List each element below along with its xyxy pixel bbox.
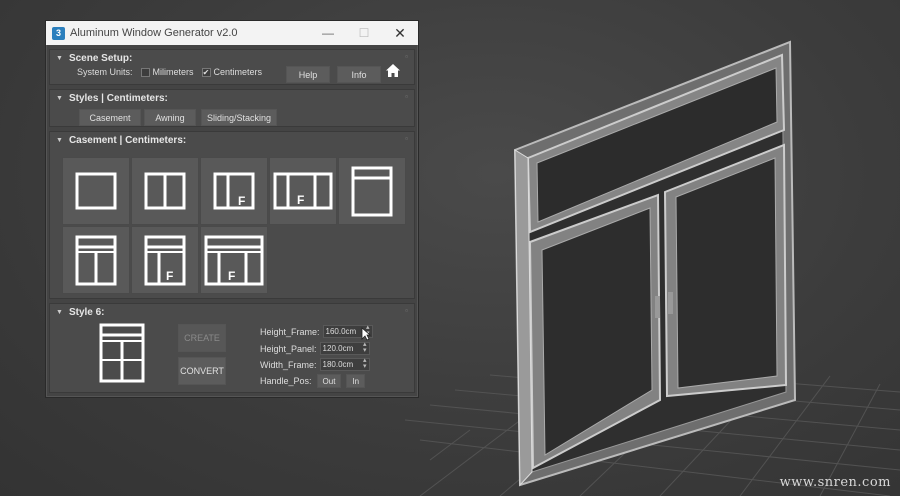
- fixed-glyph: F: [238, 194, 245, 208]
- pin-icon: ▫: [405, 92, 408, 101]
- pin-icon: ▫: [405, 134, 408, 143]
- app-icon: 3: [52, 26, 65, 40]
- system-units-label: System Units:: [77, 67, 133, 77]
- casement-style-3[interactable]: F: [200, 157, 268, 225]
- centimeters-label: Centimeters: [213, 67, 263, 77]
- window-model: [513, 40, 797, 487]
- transom-triple-window-icon: F: [204, 235, 264, 286]
- transom-window-icon: [351, 166, 393, 217]
- title-bar[interactable]: 3 Aluminum Window Generator v2.0 — ☐ ✕: [46, 21, 418, 45]
- centimeters-checkbox[interactable]: ✔ Centimeters: [201, 67, 263, 77]
- scene-setup-title: Scene Setup:: [68, 52, 133, 64]
- handle-pos-row: Handle_Pos: Out In: [260, 374, 366, 388]
- style6-title: Style 6:: [68, 306, 105, 318]
- help-button[interactable]: Help: [286, 66, 330, 83]
- fixed-glyph: F: [228, 269, 235, 283]
- convert-button[interactable]: CONVERT: [178, 357, 226, 385]
- collapse-triangle-icon: ▼: [56, 54, 63, 62]
- centimeters-checkbox-box: ✔: [201, 67, 211, 77]
- millimeters-checkbox-box: [140, 67, 150, 77]
- height-panel-label: Height_Panel:: [260, 343, 317, 354]
- spinner-arrows-icon[interactable]: ▴▾: [363, 357, 367, 370]
- height-frame-row: Height_Frame: 160.0cm ▴▾: [260, 324, 373, 338]
- millimeters-checkbox[interactable]: Milimeters: [140, 67, 194, 77]
- minimize-icon[interactable]: —: [310, 21, 346, 45]
- height-panel-row: Height_Panel: 120.0cm ▴ ▾: [260, 341, 370, 355]
- home-icon[interactable]: [385, 63, 401, 83]
- casement-style-6[interactable]: [62, 226, 130, 294]
- millimeters-label: Milimeters: [152, 67, 194, 77]
- triple-fixed-window-icon: F: [273, 172, 333, 210]
- height-frame-value: 160.0cm: [325, 327, 357, 336]
- close-icon[interactable]: ✕: [382, 21, 418, 45]
- transom-fixed-window-icon: F: [144, 235, 186, 286]
- info-button[interactable]: Info: [337, 66, 381, 83]
- window-title: Aluminum Window Generator v2.0: [70, 27, 238, 39]
- casement-style-5[interactable]: [338, 157, 406, 225]
- pin-icon: ▫: [405, 306, 408, 315]
- handle-pos-label: Handle_Pos:: [260, 376, 312, 386]
- generator-dialog: 3 Aluminum Window Generator v2.0 — ☐ ✕ ▼…: [45, 20, 419, 398]
- collapse-triangle-icon: ▼: [56, 308, 63, 316]
- casement-button[interactable]: Casement: [79, 109, 141, 126]
- handle-in-button[interactable]: In: [346, 374, 366, 388]
- casement-header[interactable]: ▼ Casement | Centimeters: ▫: [50, 132, 414, 148]
- styles-title: Styles | Centimeters:: [68, 92, 168, 104]
- double-window-icon: [144, 172, 186, 210]
- collapse-triangle-icon: ▼: [56, 136, 63, 144]
- casement-style-1[interactable]: [62, 157, 130, 225]
- scene-setup-header[interactable]: ▼ Scene Setup: ▫: [50, 50, 414, 66]
- height-frame-label: Height_Frame:: [260, 326, 320, 337]
- styles-rollout: ▼ Styles | Centimeters: ▫ Casement Awnin…: [49, 89, 415, 127]
- width-frame-spinner[interactable]: 180.0cm ▴ ▾: [319, 357, 370, 371]
- create-button[interactable]: CREATE: [178, 324, 226, 352]
- fixed-glyph: F: [166, 269, 173, 283]
- width-frame-value: 180.0cm: [322, 360, 354, 369]
- casement-style-8[interactable]: F: [200, 226, 268, 294]
- scene-setup-rollout: ▼ Scene Setup: ▫ System Units: Milimeter…: [49, 49, 415, 85]
- height-panel-value: 120.0cm: [322, 344, 354, 353]
- double-fixed-window-icon: F: [213, 172, 255, 210]
- sliding-stacking-button[interactable]: Sliding/Stacking: [201, 109, 277, 126]
- handle-out-button[interactable]: Out: [316, 374, 342, 388]
- watermark: www.snren.com: [779, 475, 891, 490]
- casement-rollout: ▼ Casement | Centimeters: ▫ F F F F: [49, 131, 415, 299]
- casement-title: Casement | Centimeters:: [68, 134, 187, 146]
- width-frame-label: Width_Frame:: [260, 359, 317, 370]
- casement-style-7[interactable]: F: [131, 226, 199, 294]
- style6-rollout: ▼ Style 6: ▫ CREATE CONVERT Height_Frame…: [49, 303, 415, 393]
- single-window-icon: [75, 172, 117, 210]
- styles-header[interactable]: ▼ Styles | Centimeters: ▫: [50, 90, 414, 106]
- transom-double-window-icon: [75, 235, 117, 286]
- fixed-glyph: F: [297, 193, 304, 207]
- pin-icon: ▫: [405, 52, 408, 61]
- casement-style-2[interactable]: [131, 157, 199, 225]
- collapse-triangle-icon: ▼: [56, 94, 63, 102]
- awning-button[interactable]: Awning: [144, 109, 196, 126]
- style6-preview-icon: [96, 322, 148, 389]
- casement-style-4[interactable]: F: [269, 157, 337, 225]
- width-frame-row: Width_Frame: 180.0cm ▴ ▾: [260, 357, 370, 371]
- maximize-icon[interactable]: ☐: [346, 21, 382, 45]
- mouse-cursor-icon: [361, 327, 372, 346]
- style6-header[interactable]: ▼ Style 6: ▫: [50, 304, 414, 320]
